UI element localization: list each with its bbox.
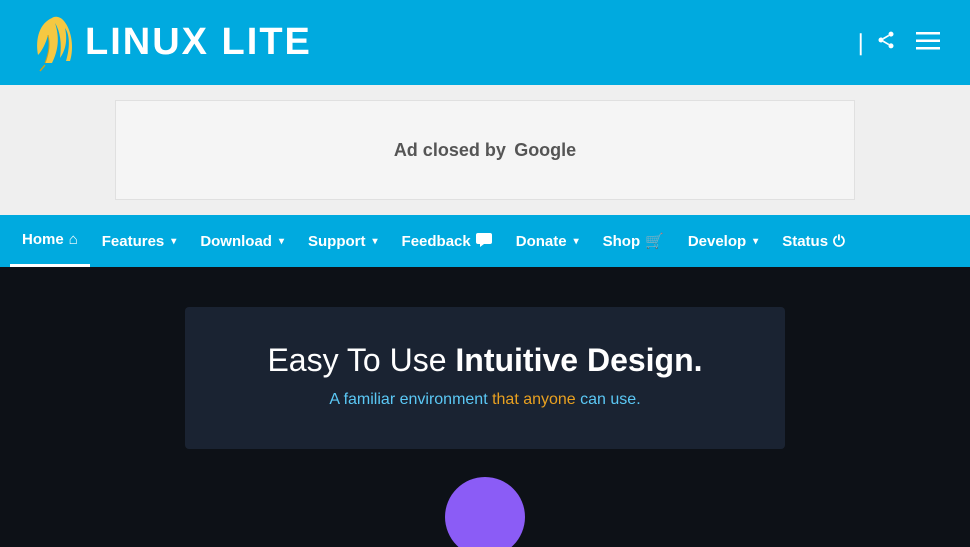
ad-brand: Google: [514, 140, 576, 160]
nav-item-donate[interactable]: Donate ▾: [504, 215, 591, 267]
download-chevron-icon: ▾: [279, 236, 284, 247]
develop-chevron-icon: ▾: [753, 236, 758, 247]
status-label: Status: [782, 233, 828, 250]
ad-banner: Ad closed by Google: [115, 100, 855, 200]
bottom-area: [0, 467, 970, 547]
hero-section: Easy To Use Intuitive Design. A familiar…: [0, 267, 970, 467]
shop-cart-icon: 🛒: [645, 232, 664, 250]
nav-item-develop[interactable]: Develop ▾: [676, 215, 770, 267]
site-header: LINUX LITE ❘: [0, 0, 970, 85]
hero-card: Easy To Use Intuitive Design. A familiar…: [185, 307, 785, 449]
features-chevron-icon: ▾: [171, 236, 176, 247]
hero-subtitle-normal: A familiar environment: [329, 391, 492, 408]
logo-feather-icon: [30, 13, 75, 73]
nav-item-status[interactable]: Status ⏻: [770, 215, 857, 267]
features-label: Features: [102, 233, 165, 250]
nav-item-support[interactable]: Support ▾: [296, 215, 390, 267]
develop-label: Develop: [688, 233, 746, 250]
hero-subtitle-highlight: that anyone: [492, 391, 576, 408]
donate-chevron-icon: ▾: [574, 236, 579, 247]
hero-title-bold: Intuitive Design.: [455, 342, 702, 378]
hero-title-normal: Easy To Use: [267, 342, 455, 378]
home-label: Home: [22, 231, 64, 248]
feedback-icon: [476, 233, 492, 250]
shop-label: Shop: [603, 233, 641, 250]
status-power-icon: ⏻: [833, 233, 845, 250]
download-label: Download: [200, 233, 272, 250]
ad-wrapper: Ad closed by Google: [0, 85, 970, 215]
feedback-label: Feedback: [402, 233, 471, 250]
chat-icon: [476, 233, 492, 247]
nav-item-shop[interactable]: Shop 🛒: [591, 215, 676, 267]
hero-subtitle: A familiar environment that anyone can u…: [245, 391, 725, 409]
nav-item-features[interactable]: Features ▾: [90, 215, 189, 267]
nav-item-feedback[interactable]: Feedback: [390, 215, 504, 267]
nav-item-download[interactable]: Download ▾: [188, 215, 296, 267]
hero-title: Easy To Use Intuitive Design.: [245, 342, 725, 379]
ad-text: Ad closed by Google: [394, 140, 576, 161]
main-navbar: Home ⌂ Features ▾ Download ▾ Support ▾ F…: [0, 215, 970, 267]
nav-item-home[interactable]: Home ⌂: [10, 215, 90, 267]
support-chevron-icon: ▾: [373, 236, 378, 247]
home-icon: ⌂: [69, 231, 78, 248]
support-label: Support: [308, 233, 366, 250]
share-svg-icon: [876, 30, 896, 50]
logo-area[interactable]: LINUX LITE: [30, 13, 312, 73]
donate-label: Donate: [516, 233, 567, 250]
logo-text: LINUX LITE: [85, 21, 312, 64]
share-icon[interactable]: ❘: [851, 30, 896, 56]
header-icons: ❘: [851, 30, 940, 56]
hero-subtitle-end: can use.: [576, 391, 641, 408]
avatar-circle: [445, 477, 525, 547]
menu-svg-icon: [916, 32, 940, 50]
ad-closed-text: Ad closed by: [394, 140, 506, 160]
hamburger-menu-icon[interactable]: [916, 30, 940, 56]
